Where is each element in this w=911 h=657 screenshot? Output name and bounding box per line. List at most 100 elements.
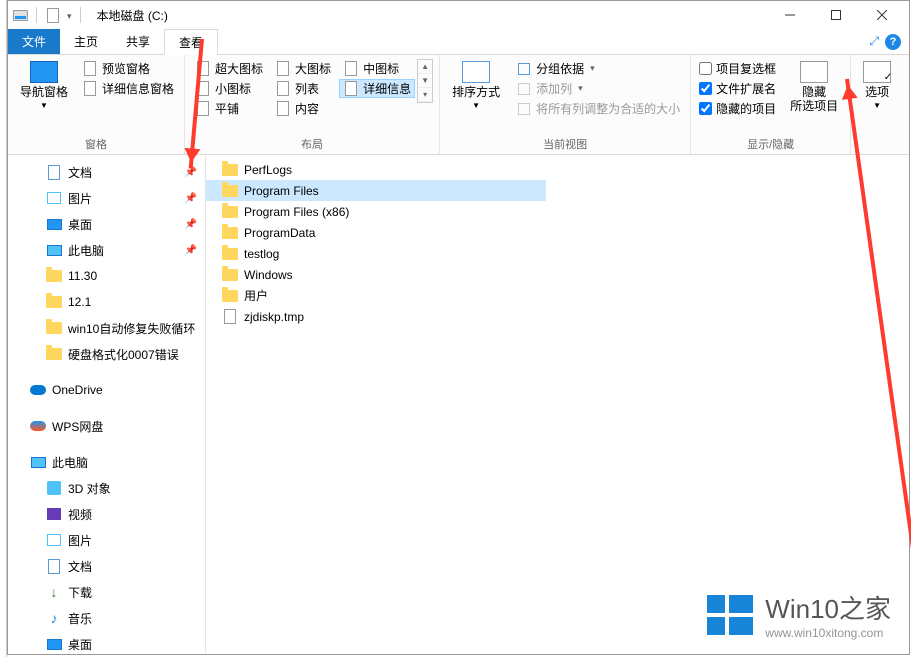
file-row[interactable]: Program Files xyxy=(206,180,546,201)
chk-file-extensions[interactable]: 文件扩展名 xyxy=(697,79,778,98)
folder-icon xyxy=(222,267,238,283)
watermark-url: www.win10xitong.com xyxy=(765,626,891,640)
tree-pc-item[interactable]: 文档 xyxy=(8,553,205,579)
nav-pane-label: 导航窗格 xyxy=(20,85,68,99)
file-name: PerfLogs xyxy=(244,163,292,177)
folder-icon xyxy=(222,204,238,220)
tree-quick-item[interactable]: 图片📌 xyxy=(8,185,205,211)
group-by-button[interactable]: 分组依据 xyxy=(512,59,684,78)
group-panes: 导航窗格 ▼ 预览窗格 详细信息窗格 窗格 xyxy=(8,55,185,154)
desktop-icon xyxy=(46,636,62,652)
group-current-view-label: 当前视图 xyxy=(446,134,684,152)
tree-pc-item[interactable]: ↓下载 xyxy=(8,579,205,605)
content-area: 文档📌图片📌桌面📌此电脑📌11.3012.1win10自动修复失败循环硬盘格式化… xyxy=(8,155,909,653)
folder-icon xyxy=(222,225,238,241)
layout-extra-large[interactable]: 超大图标 xyxy=(191,59,267,78)
layout-small[interactable]: 小图标 xyxy=(191,79,267,98)
qat-dropdown-icon[interactable] xyxy=(65,8,72,22)
left-truncated-edge xyxy=(0,0,7,657)
close-button[interactable] xyxy=(859,1,905,29)
folder-icon xyxy=(46,294,62,310)
group-layout-label: 布局 xyxy=(191,134,433,152)
tree-pc-item[interactable]: 视频 xyxy=(8,501,205,527)
file-name: 用户 xyxy=(244,287,268,304)
preview-pane-button[interactable]: 预览窗格 xyxy=(78,59,178,78)
tree-item-label: 桌面 xyxy=(68,216,92,233)
tree-this-pc[interactable]: 此电脑 xyxy=(8,449,205,475)
nav-tree[interactable]: 文档📌图片📌桌面📌此电脑📌11.3012.1win10自动修复失败循环硬盘格式化… xyxy=(8,155,206,653)
tree-item-label: 下载 xyxy=(68,584,92,601)
tree-pc-item[interactable]: ♪音乐 xyxy=(8,605,205,631)
tree-wps[interactable]: WPS网盘 xyxy=(8,413,205,439)
chk-item-checkboxes[interactable]: 项目复选框 xyxy=(697,59,778,78)
tree-pc-item[interactable]: 3D 对象 xyxy=(8,475,205,501)
tree-quick-item[interactable]: 此电脑📌 xyxy=(8,237,205,263)
file-row[interactable]: Program Files (x86) xyxy=(206,201,909,222)
details-pane-button[interactable]: 详细信息窗格 xyxy=(78,79,178,98)
nav-pane-button[interactable]: 导航窗格 ▼ xyxy=(14,59,74,113)
file-row[interactable]: zjdiskp.tmp xyxy=(206,306,909,327)
folder-icon xyxy=(222,162,238,178)
group-layout: 超大图标 大图标 中图标 小图标 列表 详细信息 平铺 内容 ▲▼▾ 布局 xyxy=(185,55,440,154)
group-options: ✓ 选项 ▼ xyxy=(851,55,903,154)
file-list[interactable]: PerfLogs Program FilesProgram Files (x86)… xyxy=(206,155,909,653)
file-row[interactable]: ProgramData xyxy=(206,222,909,243)
group-show-hide: 项目复选框 文件扩展名 隐藏的项目 隐藏 所选项目 显示/隐藏 xyxy=(691,55,851,154)
layout-details[interactable]: 详细信息 xyxy=(339,79,415,98)
layout-gallery-scroll[interactable]: ▲▼▾ xyxy=(417,59,433,103)
file-row[interactable]: testlog xyxy=(206,243,909,264)
ribbon-minimize-icon[interactable]: ⤢ xyxy=(869,34,879,49)
file-name: ProgramData xyxy=(244,226,315,240)
tree-pc-item[interactable]: 桌面 xyxy=(8,631,205,653)
size-columns-button[interactable]: 将所有列调整为合适的大小 xyxy=(512,99,684,118)
tab-view[interactable]: 查看 xyxy=(164,29,218,55)
file-name: testlog xyxy=(244,247,279,261)
file-row[interactable]: Windows xyxy=(206,264,909,285)
layout-medium[interactable]: 中图标 xyxy=(339,59,415,78)
tree-quick-item[interactable]: 文档📌 xyxy=(8,159,205,185)
layout-content[interactable]: 内容 xyxy=(271,99,335,118)
help-icon[interactable]: ? xyxy=(885,34,901,50)
tree-quick-item[interactable]: 桌面📌 xyxy=(8,211,205,237)
tree-item-label: 图片 xyxy=(68,532,92,549)
hide-selected-button[interactable]: 隐藏 所选项目 xyxy=(784,59,844,116)
layout-large[interactable]: 大图标 xyxy=(271,59,335,78)
add-column-button[interactable]: 添加列 xyxy=(512,79,684,98)
details-pane-icon xyxy=(82,81,98,97)
tree-quick-item[interactable]: 11.30 xyxy=(8,263,205,289)
minimize-button[interactable] xyxy=(767,1,813,29)
img-icon xyxy=(46,532,62,548)
file-row[interactable]: PerfLogs xyxy=(206,159,909,180)
nav-pane-icon xyxy=(30,61,58,83)
pc-icon xyxy=(46,242,62,258)
layout-tiles[interactable]: 平铺 xyxy=(191,99,267,118)
tree-item-label: 文档 xyxy=(68,164,92,181)
pin-icon: 📌 xyxy=(185,193,197,204)
desktop-icon xyxy=(46,216,62,232)
folder-icon xyxy=(46,320,62,336)
tab-file[interactable]: 文件 xyxy=(8,29,60,54)
tree-quick-item[interactable]: 12.1 xyxy=(8,289,205,315)
maximize-button[interactable] xyxy=(813,1,859,29)
layout-list[interactable]: 列表 xyxy=(271,79,335,98)
tree-quick-item[interactable]: 硬盘格式化0007错误 xyxy=(8,341,205,367)
folder-icon xyxy=(222,183,238,199)
sort-by-button[interactable]: 排序方式 ▼ xyxy=(446,59,506,113)
tree-onedrive[interactable]: OneDrive xyxy=(8,377,205,403)
sort-icon xyxy=(462,61,490,83)
tab-share[interactable]: 共享 xyxy=(112,29,164,54)
tree-quick-item[interactable]: win10自动修复失败循环 xyxy=(8,315,205,341)
group-current-view: 排序方式 ▼ 分组依据 添加列 将所有列调整为合适的大小 当前视图 xyxy=(440,55,691,154)
doc-icon xyxy=(46,558,62,574)
chk-hidden-items[interactable]: 隐藏的项目 xyxy=(697,99,778,118)
tree-item-label: 此电脑 xyxy=(68,242,104,259)
file-row[interactable]: 用户 xyxy=(206,285,909,306)
options-button[interactable]: ✓ 选项 ▼ xyxy=(857,59,897,113)
watermark-logo-icon xyxy=(707,595,753,635)
explorer-window: 本地磁盘 (C:) 文件 主页 共享 查看 ⤢ ? 导航窗格 ▼ xyxy=(7,0,910,655)
tab-home[interactable]: 主页 xyxy=(60,29,112,54)
tree-item-label: 12.1 xyxy=(68,295,91,309)
tree-pc-item[interactable]: 图片 xyxy=(8,527,205,553)
app-icon xyxy=(12,7,28,23)
qat-properties-icon[interactable] xyxy=(45,7,61,23)
